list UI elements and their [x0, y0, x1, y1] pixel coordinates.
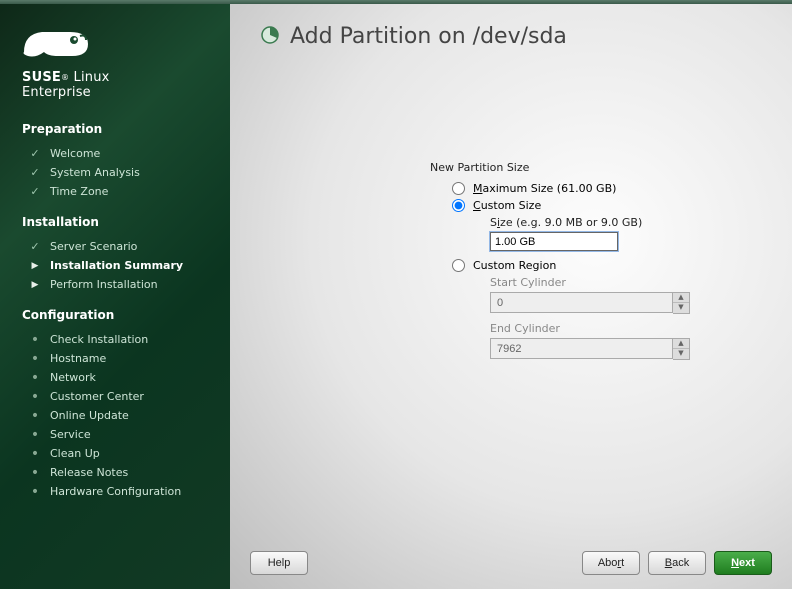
sidebar-item-clean-up: • Clean Up	[0, 444, 230, 463]
sidebar-item-hardware-configuration: • Hardware Configuration	[0, 482, 230, 501]
main-panel: Add Partition on /dev/sda New Partition …	[230, 4, 792, 589]
bullet-icon: •	[30, 392, 40, 402]
sidebar-item-server-scenario: ✓ Server Scenario	[0, 237, 230, 256]
arrow-right-icon: ▶	[30, 261, 40, 271]
sidebar-section-installation: Installation	[0, 201, 230, 237]
sidebar-item-label: Release Notes	[50, 466, 128, 479]
radio-custom-region[interactable]: Custom Region	[452, 259, 762, 272]
back-button[interactable]: Back	[648, 551, 706, 575]
sidebar-item-network: • Network	[0, 368, 230, 387]
sidebar-item-label: Installation Summary	[50, 259, 183, 272]
footer: Help Abort Back Next	[230, 541, 792, 589]
sidebar-item-installation-summary: ▶ Installation Summary	[0, 256, 230, 275]
check-icon: ✓	[30, 147, 40, 160]
sidebar-item-label: Check Installation	[50, 333, 148, 346]
arrow-right-icon: ▶	[30, 280, 40, 290]
help-button[interactable]: Help	[250, 551, 308, 575]
sidebar-item-hostname: • Hostname	[0, 349, 230, 368]
radio-custom-region-input[interactable]	[452, 259, 465, 272]
size-field-label: Size (e.g. 9.0 MB or 9.0 GB)	[490, 216, 762, 229]
sidebar-item-label: Perform Installation	[50, 278, 158, 291]
spin-buttons: ▲▼	[673, 338, 690, 360]
sidebar-item-label: Hardware Configuration	[50, 485, 181, 498]
sidebar-item-release-notes: • Release Notes	[0, 463, 230, 482]
check-icon: ✓	[30, 240, 40, 253]
page-title: Add Partition on /dev/sda	[290, 24, 567, 49]
spin-up-icon: ▲	[673, 339, 689, 349]
spin-down-icon: ▼	[673, 303, 689, 313]
spin-up-icon: ▲	[673, 293, 689, 303]
bullet-icon: •	[30, 487, 40, 497]
sidebar-item-label: Clean Up	[50, 447, 100, 460]
sidebar-item-label: Time Zone	[50, 185, 108, 198]
bullet-icon: •	[30, 335, 40, 345]
sidebar-item-label: Server Scenario	[50, 240, 137, 253]
sidebar-item-label: Welcome	[50, 147, 100, 160]
suse-logo-icon	[22, 22, 92, 64]
radio-custom-size-input[interactable]	[452, 199, 465, 212]
sidebar-section-configuration: Configuration	[0, 294, 230, 330]
radio-maximum-size-input[interactable]	[452, 182, 465, 195]
sidebar-item-system-analysis: ✓ System Analysis	[0, 163, 230, 182]
bullet-icon: •	[30, 354, 40, 364]
check-icon: ✓	[30, 185, 40, 198]
sidebar: SUSE® Linux Enterprise Preparation ✓ Welc…	[0, 4, 230, 589]
sidebar-item-label: Service	[50, 428, 91, 441]
bullet-icon: •	[30, 373, 40, 383]
radio-custom-size-label: Custom Size	[473, 199, 541, 212]
end-cylinder-label: End Cylinder	[490, 322, 762, 335]
brand-name: SUSE® Linux	[22, 70, 110, 85]
sidebar-item-check-installation: • Check Installation	[0, 330, 230, 349]
abort-button[interactable]: Abort	[582, 551, 640, 575]
start-cylinder-label: Start Cylinder	[490, 276, 762, 289]
sidebar-item-label: Hostname	[50, 352, 106, 365]
radio-maximum-size[interactable]: Maximum Size (61.00 GB)	[452, 182, 762, 195]
partition-icon	[260, 25, 280, 48]
radio-custom-region-label: Custom Region	[473, 259, 556, 272]
sidebar-item-time-zone: ✓ Time Zone	[0, 182, 230, 201]
bullet-icon: •	[30, 449, 40, 459]
next-button[interactable]: Next	[714, 551, 772, 575]
sidebar-item-label: System Analysis	[50, 166, 140, 179]
radio-custom-size[interactable]: Custom Size	[452, 199, 762, 212]
sidebar-item-service: • Service	[0, 425, 230, 444]
group-label-new-partition-size: New Partition Size	[430, 161, 762, 174]
bullet-icon: •	[30, 430, 40, 440]
page-header: Add Partition on /dev/sda	[230, 4, 792, 61]
end-cylinder-input	[490, 338, 673, 359]
radio-maximum-size-label: Maximum Size (61.00 GB)	[473, 182, 616, 195]
brand-block: SUSE® Linux Enterprise	[0, 22, 230, 108]
sidebar-item-customer-center: • Customer Center	[0, 387, 230, 406]
check-icon: ✓	[30, 166, 40, 179]
sidebar-item-label: Customer Center	[50, 390, 144, 403]
bullet-icon: •	[30, 411, 40, 421]
sidebar-item-label: Online Update	[50, 409, 129, 422]
sidebar-item-online-update: • Online Update	[0, 406, 230, 425]
sidebar-item-perform-installation: ▶ Perform Installation	[0, 275, 230, 294]
sidebar-item-welcome: ✓ Welcome	[0, 144, 230, 163]
sidebar-section-preparation: Preparation	[0, 108, 230, 144]
start-cylinder-field: ▲▼	[490, 292, 690, 314]
sidebar-item-label: Network	[50, 371, 96, 384]
spin-down-icon: ▼	[673, 349, 689, 359]
start-cylinder-input	[490, 292, 673, 313]
end-cylinder-field: ▲▼	[490, 338, 690, 360]
bullet-icon: •	[30, 468, 40, 478]
size-input[interactable]	[490, 232, 618, 251]
brand-edition: Enterprise	[22, 85, 91, 100]
spin-buttons: ▲▼	[673, 292, 690, 314]
